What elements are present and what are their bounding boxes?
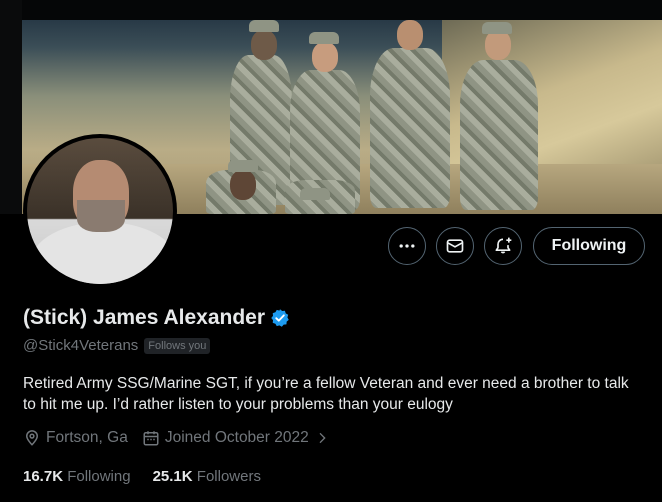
banner-soldier-head [485, 30, 511, 60]
chevron-right-icon [319, 432, 326, 444]
profile-handle: @Stick4Veterans [23, 337, 139, 354]
verified-badge-icon[interactable] [270, 308, 290, 328]
followers-label: Followers [196, 468, 261, 485]
profile-stats: 16.7K Following 25.1K Followers [23, 468, 261, 485]
banner-soldier [370, 48, 450, 208]
profile-name: (Stick) James Alexander [23, 306, 266, 329]
profile-meta: Fortson, Ga Joined October 2022 [23, 429, 330, 447]
notifications-button[interactable] [484, 227, 522, 265]
banner-soldier [460, 60, 538, 210]
banner-soldier-head [230, 170, 256, 200]
banner-soldier-head [312, 42, 338, 72]
location-item: Fortson, Ga [23, 429, 128, 447]
banner-soldier-cap [249, 20, 279, 32]
banner-soldier-cap [482, 22, 512, 34]
banner-left-edge [0, 0, 22, 214]
following-stat[interactable]: 16.7K Following [23, 468, 131, 485]
profile-avatar[interactable] [23, 134, 177, 288]
profile-name-row: (Stick) James Alexander [23, 306, 290, 330]
followers-stat[interactable]: 25.1K Followers [153, 468, 261, 485]
message-button[interactable] [436, 227, 474, 265]
banner-soldier-cap [300, 188, 330, 200]
following-button[interactable]: Following [533, 227, 645, 265]
location-text: Fortson, Ga [46, 429, 128, 446]
location-pin-icon [25, 430, 39, 446]
bell-plus-icon [495, 237, 512, 254]
following-label: Following [67, 468, 131, 485]
joined-text: Joined October 2022 [164, 429, 309, 446]
joined-item[interactable]: Joined October 2022 [142, 429, 330, 447]
banner-soldier-head [251, 30, 277, 60]
follows-you-badge: Follows you [144, 337, 211, 354]
calendar-icon [143, 431, 159, 446]
followers-count: 25.1K [152, 468, 193, 485]
avatar-beard [77, 200, 125, 232]
banner-soldier-head [397, 20, 423, 50]
banner-soldier-cap [309, 32, 339, 44]
more-button[interactable] [388, 227, 426, 265]
mail-icon [446, 239, 464, 253]
more-icon [399, 244, 415, 248]
banner-soldier-cap [228, 160, 258, 172]
banner-top-edge [0, 0, 662, 20]
profile-bio: Retired Army SSG/Marine SGT, if you’re a… [23, 375, 629, 413]
following-count: 16.7K [23, 468, 64, 485]
profile-handle-row: @Stick4Veterans Follows you [23, 337, 211, 354]
